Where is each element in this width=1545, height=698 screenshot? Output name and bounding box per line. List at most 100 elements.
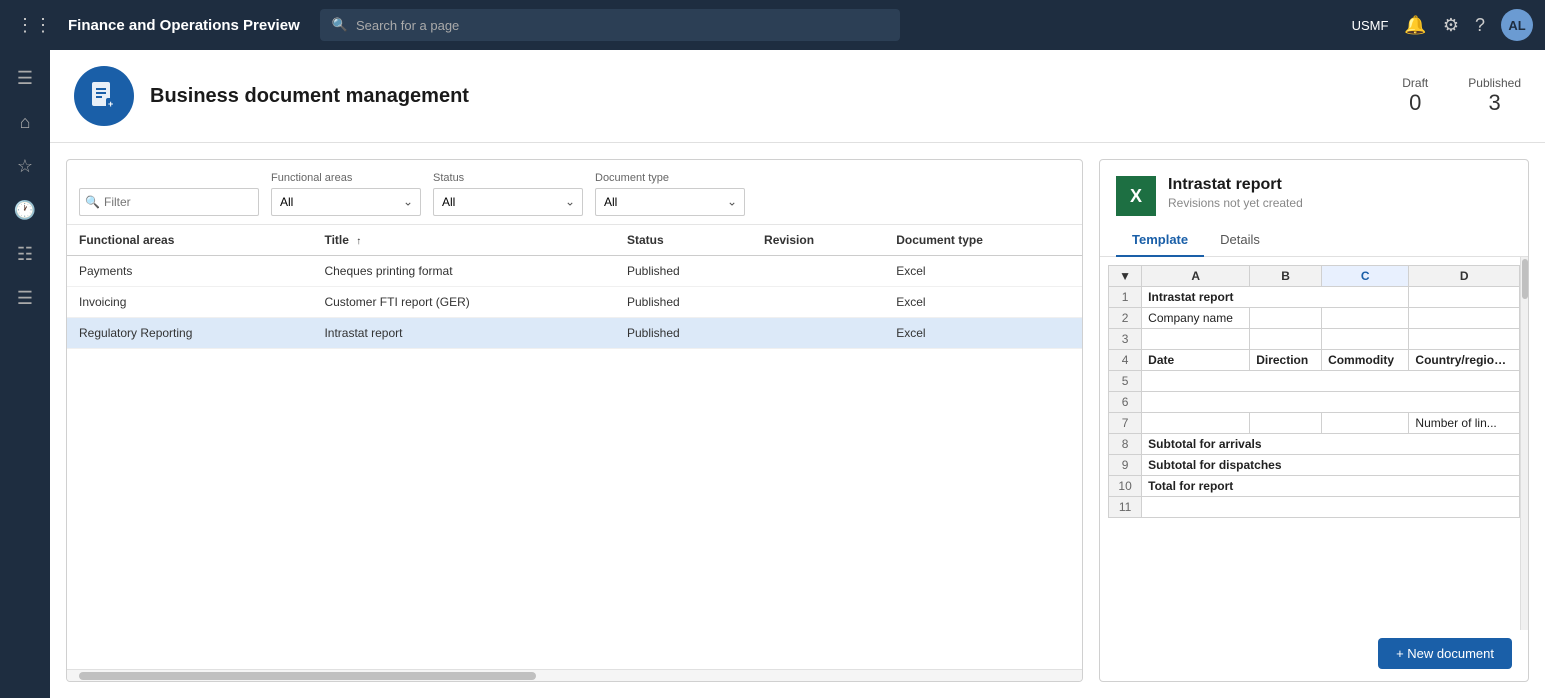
excel-icon: X xyxy=(1116,176,1156,216)
excel-cell xyxy=(1409,329,1520,350)
published-value: 3 xyxy=(1468,90,1521,116)
cell-status: Published xyxy=(615,318,752,349)
excel-col-c: C xyxy=(1322,266,1409,287)
preview-header: X Intrastat report Revisions not yet cre… xyxy=(1100,160,1528,224)
excel-row-num: 8 xyxy=(1109,434,1142,455)
filters-row: 🔍 Functional areas All Status xyxy=(67,160,1082,225)
tab-template[interactable]: Template xyxy=(1116,224,1204,257)
sidebar-list-icon[interactable]: ☰ xyxy=(5,278,45,318)
functional-areas-label: Functional areas xyxy=(271,172,421,184)
excel-col-b: B xyxy=(1250,266,1322,287)
cell-functional-areas: Regulatory Reporting xyxy=(67,318,312,349)
excel-row: 7 Number of lin... xyxy=(1109,413,1520,434)
table-row[interactable]: Payments Cheques printing format Publish… xyxy=(67,256,1082,287)
excel-corner-cell: ▼ xyxy=(1109,266,1142,287)
draft-value: 0 xyxy=(1402,90,1428,116)
main-content: + Business document management Draft 0 P… xyxy=(50,50,1545,698)
excel-scrollbar-thumb xyxy=(1522,259,1528,299)
preview-subtitle: Revisions not yet created xyxy=(1168,196,1303,210)
document-type-label: Document type xyxy=(595,172,745,184)
document-type-select[interactable]: All xyxy=(595,188,745,216)
cell-revision xyxy=(752,318,884,349)
grid-icon[interactable]: ⋮⋮ xyxy=(12,11,56,40)
preview-tabs: Template Details xyxy=(1100,224,1528,257)
col-document-type: Document type xyxy=(884,225,1082,256)
excel-row: 5 xyxy=(1109,371,1520,392)
excel-cell xyxy=(1142,497,1520,518)
excel-cell: Company name xyxy=(1142,308,1250,329)
excel-scrollbar[interactable] xyxy=(1520,257,1528,630)
excel-cell: Country/region c... destination xyxy=(1409,350,1520,371)
top-nav: ⋮⋮ Finance and Operations Preview 🔍 Sear… xyxy=(0,0,1545,50)
preview-title-area: Intrastat report Revisions not yet creat… xyxy=(1168,176,1303,210)
tab-details[interactable]: Details xyxy=(1204,224,1276,257)
notification-icon[interactable]: 🔔 xyxy=(1404,15,1426,36)
help-icon[interactable]: ? xyxy=(1475,15,1485,36)
app-title: Finance and Operations Preview xyxy=(68,17,300,34)
scrollbar-thumb[interactable] xyxy=(79,672,536,680)
excel-row-num: 3 xyxy=(1109,329,1142,350)
published-label: Published xyxy=(1468,76,1521,90)
col-title[interactable]: Title ↑ xyxy=(312,225,615,256)
excel-row-num: 11 xyxy=(1109,497,1142,518)
excel-row: 11 xyxy=(1109,497,1520,518)
functional-areas-select[interactable]: All xyxy=(271,188,421,216)
draft-label: Draft xyxy=(1402,76,1428,90)
filter-search-icon: 🔍 xyxy=(85,195,100,209)
excel-cell: Intrastat report xyxy=(1142,287,1409,308)
excel-row-num: 9 xyxy=(1109,455,1142,476)
col-status: Status xyxy=(615,225,752,256)
table-row[interactable]: Invoicing Customer FTI report (GER) Publ… xyxy=(67,287,1082,318)
cell-title: Intrastat report xyxy=(312,318,615,349)
excel-row-num: 5 xyxy=(1109,371,1142,392)
sidebar-favorites-icon[interactable]: ☆ xyxy=(5,146,45,186)
excel-row-num: 4 xyxy=(1109,350,1142,371)
excel-row: 4 Date Direction Commodity Country/regio… xyxy=(1109,350,1520,371)
cell-status: Published xyxy=(615,287,752,318)
published-stat: Published 3 xyxy=(1468,76,1521,116)
excel-cell xyxy=(1250,308,1322,329)
cell-document-type: Excel xyxy=(884,256,1082,287)
sidebar-menu-icon[interactable]: ☰ xyxy=(5,58,45,98)
sidebar-modules-icon[interactable]: ☷ xyxy=(5,234,45,274)
left-panel: 🔍 Functional areas All Status xyxy=(66,159,1083,682)
cell-revision xyxy=(752,287,884,318)
status-filter-group: Status All xyxy=(433,172,583,216)
excel-row: 8 Subtotal for arrivals xyxy=(1109,434,1520,455)
page-stats: Draft 0 Published 3 xyxy=(1402,76,1521,116)
filter-input[interactable] xyxy=(79,188,259,216)
sidebar: ☰ ⌂ ☆ 🕐 ☷ ☰ xyxy=(0,50,50,698)
page-header: + Business document management Draft 0 P… xyxy=(50,50,1545,143)
search-placeholder: Search for a page xyxy=(356,18,459,33)
excel-cell xyxy=(1250,413,1322,434)
excel-body: 1 Intrastat report 2 Company name xyxy=(1109,287,1520,518)
new-document-button[interactable]: + New document xyxy=(1378,638,1512,669)
excel-row: 9 Subtotal for dispatches xyxy=(1109,455,1520,476)
table-header-row: Functional areas Title ↑ Status Revision… xyxy=(67,225,1082,256)
draft-stat: Draft 0 xyxy=(1402,76,1428,116)
horizontal-scrollbar[interactable] xyxy=(67,669,1082,681)
results-table: Functional areas Title ↑ Status Revision… xyxy=(67,225,1082,349)
excel-grid: ▼ A B C D 1 Intrastat report xyxy=(1108,265,1520,518)
data-table: Functional areas Title ↑ Status Revision… xyxy=(67,225,1082,669)
table-body: Payments Cheques printing format Publish… xyxy=(67,256,1082,349)
excel-cell: Subtotal for dispatches xyxy=(1142,455,1520,476)
status-select-wrapper: All xyxy=(433,188,583,216)
status-select[interactable]: All xyxy=(433,188,583,216)
settings-icon[interactable]: ⚙ xyxy=(1443,15,1459,36)
excel-cell xyxy=(1322,329,1409,350)
excel-cell xyxy=(1322,308,1409,329)
excel-cell: Subtotal for arrivals xyxy=(1142,434,1520,455)
sidebar-home-icon[interactable]: ⌂ xyxy=(5,102,45,142)
status-label: Status xyxy=(433,172,583,184)
sidebar-recent-icon[interactable]: 🕐 xyxy=(5,190,45,230)
excel-row-num: 2 xyxy=(1109,308,1142,329)
excel-row-num: 1 xyxy=(1109,287,1142,308)
search-bar[interactable]: 🔍 Search for a page xyxy=(320,9,900,41)
functional-areas-select-wrapper: All xyxy=(271,188,421,216)
excel-cell: Number of lin... xyxy=(1409,413,1520,434)
table-row[interactable]: Regulatory Reporting Intrastat report Pu… xyxy=(67,318,1082,349)
excel-cell xyxy=(1322,413,1409,434)
excel-row: 10 Total for report xyxy=(1109,476,1520,497)
avatar[interactable]: AL xyxy=(1501,9,1533,41)
